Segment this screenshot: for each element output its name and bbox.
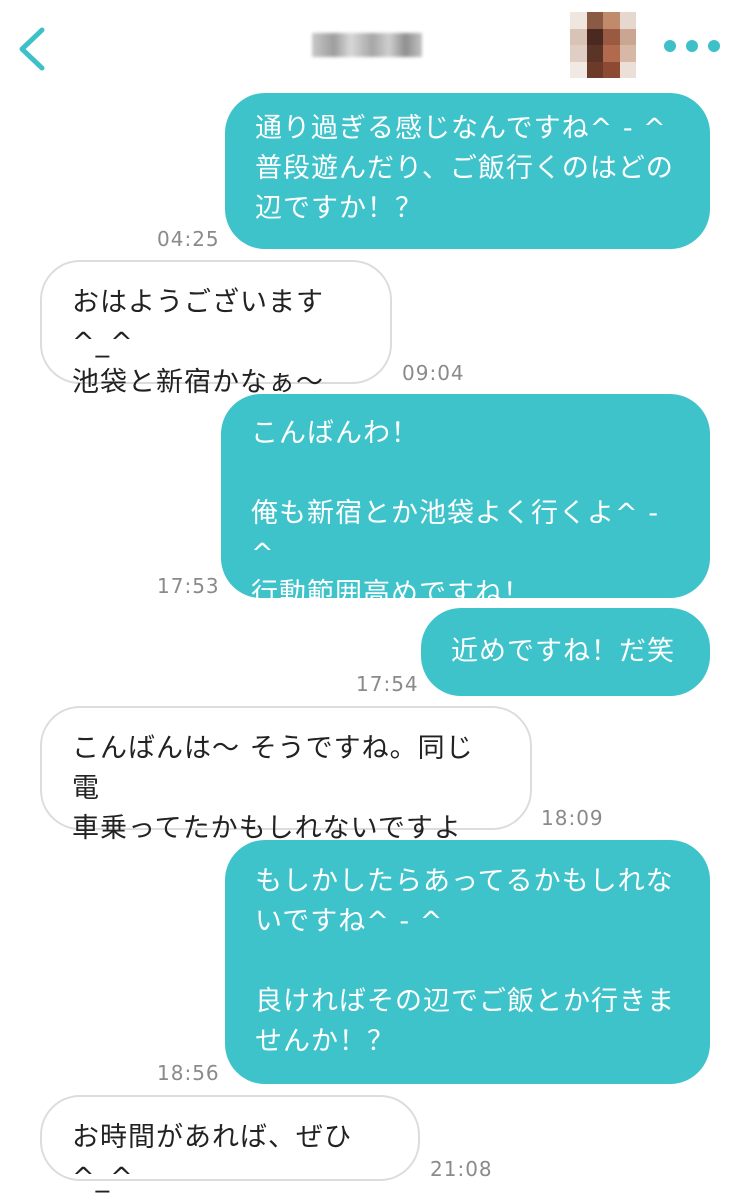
message-bubble-incoming[interactable]: こんばんは〜 そうですね。同じ電 車乗ってたかもしれないですよ xyxy=(40,706,532,844)
message-timestamp: 17:53 xyxy=(157,574,220,598)
ellipsis-horizontal-icon xyxy=(664,40,676,52)
back-button[interactable] xyxy=(14,26,50,72)
message-timestamp: 09:04 xyxy=(402,361,465,385)
message-bubble-outgoing[interactable]: もしかしたらあってるかもしれな いですね^ - ^ 良ければその辺でご飯とか行き… xyxy=(225,840,710,1084)
more-options-button[interactable] xyxy=(664,34,720,58)
message-bubble-incoming[interactable]: お時間があれば、ぜひ^_^ xyxy=(40,1095,420,1193)
message-bubble-outgoing[interactable]: こんばんわ！ 俺も新宿とか池袋よく行くよ^ - ^ 行動範囲高めですね！ xyxy=(221,394,710,609)
message-bubble-incoming[interactable]: おはようございます^_^ 池袋と新宿かなぁ〜 xyxy=(40,260,392,398)
message-timestamp: 18:09 xyxy=(541,806,604,830)
chevron-left-icon xyxy=(19,27,45,71)
message-bubble-outgoing[interactable]: 近めですね！だ笑 xyxy=(421,608,710,696)
message-timestamp: 18:56 xyxy=(157,1061,220,1085)
avatar[interactable] xyxy=(570,12,636,78)
message-timestamp: 04:25 xyxy=(157,227,220,251)
message-bubble-outgoing[interactable]: 通り過ぎる感じなんですね^ - ^ 普段遊んだり、ご飯行くのはどの 辺ですか！？ xyxy=(225,93,710,249)
chat-header xyxy=(0,0,750,100)
message-timestamp: 21:08 xyxy=(430,1157,493,1181)
message-timestamp: 17:54 xyxy=(356,672,419,696)
contact-name-blurred xyxy=(312,33,422,57)
